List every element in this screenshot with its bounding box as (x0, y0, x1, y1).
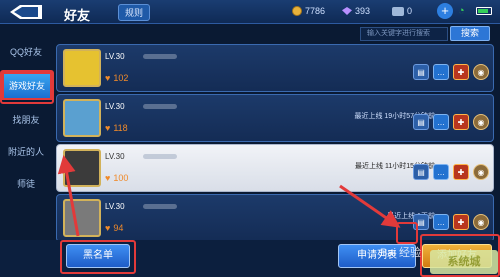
search-input[interactable]: 输入关键字进行搜索 (360, 27, 448, 41)
friend-list: LV.30 ♥ 102 ▤ … ✚ ◉ LV.30 ♥ 118 最近上线 19小时5… (56, 44, 494, 240)
sidebar-item-game-friends[interactable]: 游戏好友 (2, 72, 52, 100)
gem-icon (342, 7, 352, 15)
search-button[interactable]: 搜索 (450, 26, 490, 41)
likes: ♥ 100 (105, 173, 129, 183)
avatar (63, 199, 101, 237)
sidebar: QQ好友 游戏好友 找朋友 附近的人 师徒 (0, 38, 52, 238)
battery-icon (476, 7, 492, 15)
page-title: 好友 (64, 8, 91, 23)
invite-icon[interactable]: ◉ (473, 114, 489, 130)
gift-icon[interactable]: ✚ (453, 164, 469, 180)
sidebar-item-nearby[interactable]: 附近的人 (2, 138, 50, 166)
back-button[interactable] (8, 4, 44, 20)
delete-icon[interactable]: ▤ (413, 64, 429, 80)
invite-icon[interactable]: ◉ (473, 164, 489, 180)
blacklist-button[interactable]: 黑名单 (66, 244, 130, 268)
watermark-text: Bai 经验 (380, 247, 421, 259)
rules-button[interactable]: 规则 (118, 4, 151, 21)
list-item[interactable]: LV.30 ♥ 102 ▤ … ✚ ◉ (56, 44, 494, 92)
delete-icon[interactable]: ▤ (413, 214, 429, 230)
level-label: LV.30 (105, 102, 125, 111)
delete-icon[interactable]: ▤ (413, 114, 429, 130)
level-label: LV.30 (105, 202, 125, 211)
sidebar-item-mentor[interactable]: 师徒 (2, 170, 50, 198)
top-bar: 好友 规则 7786 393 0 + ◔ (0, 0, 500, 24)
coin-icon (292, 6, 302, 16)
ticket-display: 0 (392, 6, 412, 16)
chat-icon[interactable]: … (433, 64, 449, 80)
wifi-icon: ◔ (458, 5, 465, 17)
chat-icon[interactable]: … (433, 164, 449, 180)
level-label: LV.30 (105, 152, 125, 161)
sidebar-item-find-friends[interactable]: 找朋友 (2, 106, 50, 134)
list-item[interactable]: LV.30 ♥ 94 最近上线 1天前 ▤ … ✚ ◉ (56, 194, 494, 240)
invite-icon[interactable]: ◉ (473, 214, 489, 230)
chat-icon[interactable]: … (433, 114, 449, 130)
gem-display: 393 (342, 6, 370, 16)
avatar (63, 149, 101, 187)
delete-icon[interactable]: ▤ (413, 164, 429, 180)
coin-count: 7786 (305, 6, 326, 16)
sidebar-item-qq-friends[interactable]: QQ好友 (2, 38, 50, 66)
list-item[interactable]: LV.30 ♥ 100 最近上线 11小时15分钟前 ▤ … ✚ ◉ (56, 144, 494, 192)
chat-icon[interactable]: … (433, 214, 449, 230)
gift-icon[interactable]: ✚ (453, 214, 469, 230)
list-item[interactable]: LV.30 ♥ 118 最近上线 19小时57分钟前 ▤ … ✚ ◉ (56, 94, 494, 142)
avatar (63, 49, 101, 87)
gift-icon[interactable]: ✚ (453, 64, 469, 80)
player-name (143, 204, 177, 209)
gem-count: 393 (355, 6, 371, 16)
avatar (63, 99, 101, 137)
player-name (143, 104, 177, 109)
invite-icon[interactable]: ◉ (473, 64, 489, 80)
player-name (143, 54, 177, 59)
likes: ♥ 118 (105, 123, 128, 133)
ticket-count: 0 (407, 6, 413, 16)
level-label: LV.30 (105, 52, 125, 61)
coin-display: 7786 (292, 6, 325, 16)
add-currency-button[interactable]: + (437, 3, 453, 19)
likes: ♥ 102 (105, 73, 129, 83)
player-name (143, 154, 177, 159)
ticket-icon (392, 6, 404, 16)
gift-icon[interactable]: ✚ (453, 114, 469, 130)
likes: ♥ 94 (105, 223, 124, 233)
watermark-logo: 系统城 (430, 250, 498, 274)
